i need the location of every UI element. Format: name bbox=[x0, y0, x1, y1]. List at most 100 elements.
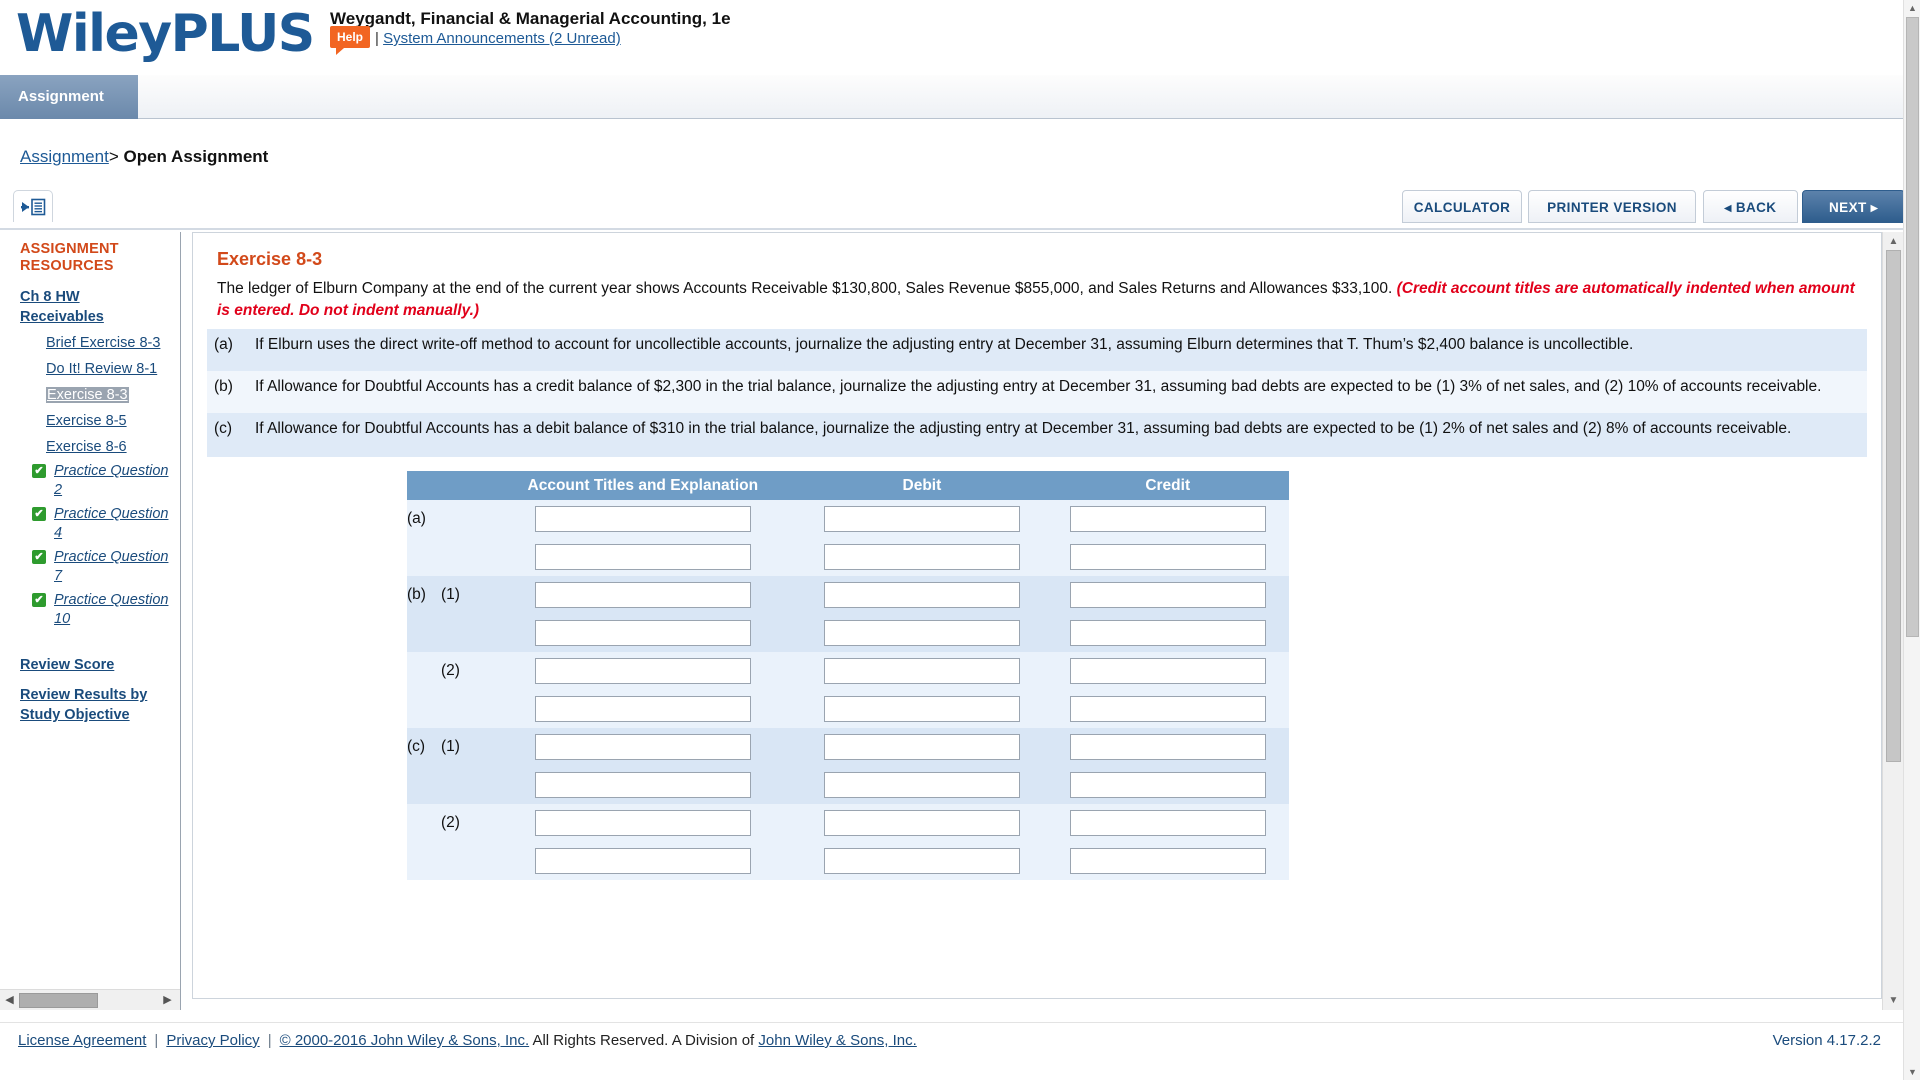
journal-account-input[interactable] bbox=[534, 772, 751, 798]
journal-cell-wrap bbox=[488, 690, 797, 728]
printer-version-button[interactable]: PRINTER VERSION bbox=[1528, 190, 1696, 223]
journal-credit-input[interactable] bbox=[1069, 848, 1266, 874]
journal-row-outer-label: (c) bbox=[407, 738, 426, 755]
page-scroll-up-icon[interactable]: ▲ bbox=[1907, 2, 1918, 14]
system-announcements-link[interactable]: System Announcements (2 Unread) bbox=[383, 30, 621, 47]
journal-credit-input[interactable] bbox=[1069, 658, 1266, 684]
practice-question-link[interactable]: Practice Question 4 bbox=[54, 506, 168, 541]
journal-account-input[interactable] bbox=[534, 506, 751, 532]
help-icon[interactable]: Help bbox=[330, 26, 370, 55]
journal-credit-input[interactable] bbox=[1069, 620, 1266, 646]
journal-debit-input[interactable] bbox=[823, 620, 1020, 646]
journal-credit-input[interactable] bbox=[1069, 772, 1266, 798]
journal-header-account: Account Titles and Explanation bbox=[488, 471, 798, 500]
journal-account-input[interactable] bbox=[534, 848, 751, 874]
content-vertical-scrollbar[interactable]: ▲ ▼ bbox=[1882, 232, 1903, 1010]
announcements-row: | System Announcements (2 Unread) bbox=[375, 30, 621, 47]
journal-account-input[interactable] bbox=[534, 810, 751, 836]
journal-row-label bbox=[407, 538, 489, 576]
journal-credit-input[interactable] bbox=[1069, 506, 1266, 532]
privacy-policy-link[interactable]: Privacy Policy bbox=[166, 1032, 259, 1049]
part-c-label: (c) bbox=[214, 420, 233, 437]
journal-cell-debit bbox=[797, 728, 1047, 766]
journal-debit-input[interactable] bbox=[823, 582, 1020, 608]
sidebar-item-link[interactable]: Exercise 8-3 bbox=[46, 387, 129, 403]
journal-debit-input[interactable] bbox=[823, 696, 1020, 722]
check-icon: ✔ bbox=[32, 550, 46, 564]
practice-question-link[interactable]: Practice Question 10 bbox=[54, 592, 168, 627]
page-footer: License Agreement | Privacy Policy | © 2000-… bbox=[0, 1022, 1903, 1080]
journal-cell-wrap bbox=[797, 766, 1046, 804]
copyright-link[interactable]: © 2000-2016 John Wiley & Sons, Inc. bbox=[280, 1032, 530, 1049]
sidebar-item-link[interactable]: Exercise 8-5 bbox=[46, 413, 127, 429]
journal-cell-wrap bbox=[1046, 538, 1289, 576]
page-scroll-thumb[interactable] bbox=[1906, 17, 1919, 637]
journal-credit-input[interactable] bbox=[1069, 582, 1266, 608]
sidebar-item-link[interactable]: Do It! Review 8-1 bbox=[46, 361, 157, 377]
journal-cell-account bbox=[488, 614, 798, 652]
sidebar-item-link[interactable]: Brief Exercise 8-3 bbox=[46, 335, 160, 351]
journal-entry-table: Account Titles and Explanation Debit Cre… bbox=[407, 471, 1289, 880]
journal-cell-debit bbox=[797, 500, 1047, 538]
journal-debit-input[interactable] bbox=[823, 658, 1020, 684]
journal-credit-input[interactable] bbox=[1069, 544, 1266, 570]
back-button[interactable]: ◂ BACK bbox=[1703, 190, 1798, 223]
exercise-part-c: (c) If Allowance for Doubtful Accounts h… bbox=[207, 413, 1867, 457]
journal-cell-wrap bbox=[488, 500, 797, 538]
journal-debit-input[interactable] bbox=[823, 506, 1020, 532]
check-icon: ✔ bbox=[32, 507, 46, 521]
journal-account-input[interactable] bbox=[534, 658, 751, 684]
review-score-link[interactable]: Review Score bbox=[20, 657, 114, 673]
sidebar-scroll-thumb[interactable] bbox=[19, 993, 98, 1008]
journal-debit-input[interactable] bbox=[823, 772, 1020, 798]
division-link[interactable]: John Wiley & Sons, Inc. bbox=[758, 1032, 916, 1049]
page-vertical-scrollbar[interactable]: ▲ ▼ bbox=[1903, 0, 1920, 1080]
scroll-down-icon[interactable]: ▼ bbox=[1887, 994, 1900, 1007]
journal-cell-account bbox=[488, 538, 798, 576]
journal-debit-input[interactable] bbox=[823, 544, 1020, 570]
journal-cell-wrap bbox=[488, 576, 797, 614]
journal-credit-input[interactable] bbox=[1069, 734, 1266, 760]
journal-cell-wrap bbox=[488, 766, 797, 804]
scroll-left-icon[interactable]: ◀ bbox=[3, 994, 16, 1007]
journal-cell-wrap bbox=[1046, 728, 1289, 766]
review-results-link[interactable]: Review Results by Study Objective bbox=[20, 687, 147, 723]
journal-account-input[interactable] bbox=[534, 620, 751, 646]
breadcrumb-assignment-link[interactable]: Assignment bbox=[20, 147, 109, 166]
practice-question-link[interactable]: Practice Question 2 bbox=[54, 463, 168, 498]
journal-cell-wrap bbox=[1046, 690, 1289, 728]
exercise-title: Exercise 8-3 bbox=[217, 249, 323, 269]
sidebar-item-chapter[interactable]: Ch 8 HW Receivables bbox=[20, 289, 104, 325]
content-scroll-thumb[interactable] bbox=[1886, 250, 1901, 762]
journal-cell-credit bbox=[1046, 690, 1289, 728]
page-scroll-down-icon[interactable]: ▼ bbox=[1907, 1066, 1918, 1078]
journal-cell-wrap bbox=[1046, 614, 1289, 652]
journal-account-input[interactable] bbox=[534, 734, 751, 760]
journal-table-row bbox=[407, 614, 1289, 652]
journal-account-input[interactable] bbox=[534, 582, 751, 608]
journal-row-label: (c) (1) bbox=[407, 728, 489, 766]
sidebar-item-link[interactable]: Exercise 8-6 bbox=[46, 439, 127, 455]
practice-question-link[interactable]: Practice Question 7 bbox=[54, 549, 168, 584]
journal-debit-input[interactable] bbox=[823, 810, 1020, 836]
journal-credit-input[interactable] bbox=[1069, 696, 1266, 722]
journal-table-head: Account Titles and Explanation Debit Cre… bbox=[407, 471, 1289, 500]
journal-debit-input[interactable] bbox=[823, 734, 1020, 760]
collapse-sidebar-button[interactable] bbox=[13, 190, 53, 222]
wileyplus-logo: WileyPLUS bbox=[16, 8, 315, 60]
scroll-right-icon[interactable]: ▶ bbox=[161, 994, 174, 1007]
license-agreement-link[interactable]: License Agreement bbox=[18, 1032, 146, 1049]
next-button[interactable]: NEXT ▸ bbox=[1802, 190, 1905, 223]
content-area: Exercise 8-3 The ledger of Elburn Compan… bbox=[182, 232, 1920, 1010]
scroll-up-icon[interactable]: ▲ bbox=[1887, 235, 1900, 248]
calculator-button[interactable]: CALCULATOR bbox=[1402, 190, 1522, 223]
journal-account-input[interactable] bbox=[534, 696, 751, 722]
journal-credit-input[interactable] bbox=[1069, 810, 1266, 836]
app-version: Version 4.17.2.2 bbox=[1772, 1032, 1881, 1049]
tab-assignment[interactable]: Assignment bbox=[0, 75, 138, 119]
journal-table-row bbox=[407, 766, 1289, 804]
journal-debit-input[interactable] bbox=[823, 848, 1020, 874]
journal-account-input[interactable] bbox=[534, 544, 751, 570]
sidebar-horizontal-scrollbar[interactable]: ◀ ▶ bbox=[0, 989, 180, 1010]
sidebar-practice-list: ✔ Practice Question 2 ✔ Practice Question 4… bbox=[20, 462, 180, 629]
